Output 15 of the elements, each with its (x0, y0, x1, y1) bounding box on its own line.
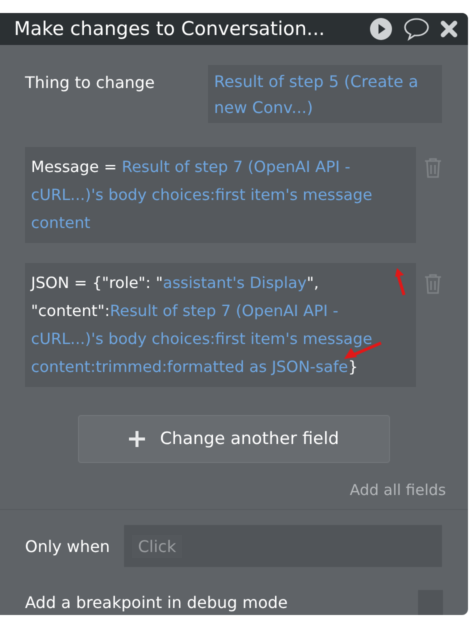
annotation-arrow (393, 267, 407, 297)
window-title: Make changes to Conversation... (14, 18, 326, 40)
breakpoint-label: Add a breakpoint in debug mode (25, 593, 288, 612)
breakpoint-checkbox[interactable] (418, 590, 443, 615)
field-label: Thing to change (25, 73, 155, 92)
comment-icon[interactable] (403, 17, 430, 41)
play-icon[interactable] (369, 17, 393, 41)
close-icon[interactable] (440, 20, 458, 38)
thing-value-field[interactable]: Result of step 5 (Create a new Conv...) (208, 65, 442, 123)
plus-icon (128, 430, 146, 448)
only-when-label: Only when (25, 536, 110, 556)
change-another-field-button[interactable]: Change another field (78, 415, 390, 463)
field-expression[interactable]: Message = Result of step 7 (OpenAI API - cURL...)'s body choices:first item's message content (25, 147, 416, 243)
add-all-fields-link[interactable]: Add all fields (350, 481, 446, 499)
field-expression[interactable]: JSON = {"role": "assistant's Display", "content":Result of step 7 (OpenAI API - cURL...)'s body choices:first item's message content:trimmed:formatted as JSON-safe} (25, 263, 416, 387)
